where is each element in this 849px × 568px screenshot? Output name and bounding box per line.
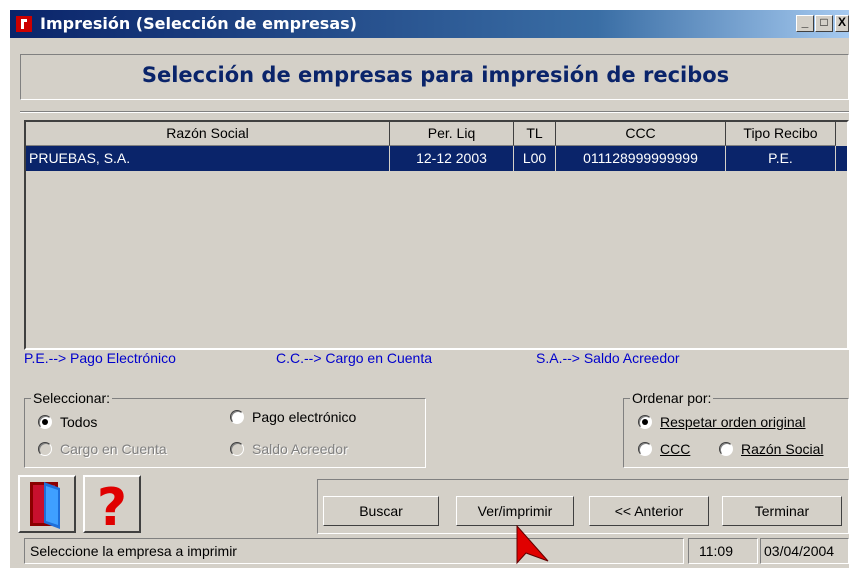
- minimize-button[interactable]: _: [796, 15, 814, 32]
- cell-razon-social: PRUEBAS, S.A.: [26, 146, 390, 171]
- column-header-per-liq[interactable]: Per. Liq: [390, 122, 514, 146]
- svg-text:?: ?: [97, 478, 127, 531]
- radio-razon-social[interactable]: Razón Social: [719, 441, 824, 457]
- radio-saldo-acreedor-indicator: [230, 442, 244, 456]
- ver-imprimir-button[interactable]: Ver/imprimir: [456, 496, 574, 526]
- radio-respetar-orden[interactable]: Respetar orden original: [638, 414, 806, 430]
- anterior-button[interactable]: << Anterior: [589, 496, 709, 526]
- exit-door-icon: [30, 482, 60, 529]
- close-button[interactable]: X: [835, 15, 849, 32]
- help-question-icon: ?: [97, 478, 127, 538]
- table-row[interactable]: PRUEBAS, S.A. 12-12 2003 L00 01112899999…: [26, 146, 847, 171]
- radio-razon-social-label: Razón Social: [741, 441, 824, 457]
- heading-panel: Selección de empresas para impresión de …: [20, 54, 849, 100]
- radio-cargo-en-cuenta: Cargo en Cuenta: [38, 441, 167, 457]
- radio-todos[interactable]: Todos: [38, 414, 97, 430]
- maximize-button[interactable]: □: [815, 15, 833, 32]
- legend-pago-electronico: P.E.--> Pago Electrónico: [24, 350, 176, 366]
- column-header-razon-social[interactable]: Razón Social: [26, 122, 390, 146]
- exit-button[interactable]: [18, 475, 76, 533]
- radio-respetar-orden-indicator[interactable]: [638, 415, 652, 429]
- radio-razon-social-indicator[interactable]: [719, 442, 733, 456]
- seleccionar-group: Seleccionar:: [24, 390, 426, 468]
- cell-ccc: 011128999999999: [556, 146, 726, 171]
- table-header: Razón Social Per. Liq TL CCC Tipo Recibo: [26, 122, 847, 146]
- radio-respetar-orden-label: Respetar orden original: [660, 414, 806, 430]
- main-window: Impresión (Selección de empresas) _ □ X …: [10, 10, 849, 568]
- legend-saldo-acreedor: S.A.--> Saldo Acreedor: [536, 350, 680, 366]
- status-message: Seleccione la empresa a imprimir: [24, 538, 684, 564]
- radio-pago-electronico-label: Pago electrónico: [252, 409, 357, 425]
- status-date: 03/04/2004: [760, 538, 849, 564]
- radio-ccc[interactable]: CCC: [638, 441, 690, 457]
- cell-tl: L00: [514, 146, 556, 171]
- page-title: Selección de empresas para impresión de …: [141, 63, 730, 87]
- column-header-tipo-recibo[interactable]: Tipo Recibo: [726, 122, 836, 146]
- cell-tipo-recibo: P.E.: [726, 146, 836, 171]
- status-time: 11:09: [688, 538, 758, 564]
- help-button[interactable]: ?: [83, 475, 141, 538]
- column-header-tl[interactable]: TL: [514, 122, 556, 146]
- window-title: Impresión (Selección de empresas): [40, 14, 357, 33]
- radio-ccc-label: CCC: [660, 441, 691, 457]
- radio-pago-electronico-indicator[interactable]: [230, 410, 244, 424]
- title-bar[interactable]: Impresión (Selección de empresas) _ □ X: [10, 10, 849, 38]
- buscar-button[interactable]: Buscar: [323, 496, 439, 526]
- companies-table[interactable]: Razón Social Per. Liq TL CCC Tipo Recibo…: [24, 120, 849, 350]
- radio-saldo-acreedor: Saldo Acreedor: [230, 441, 348, 457]
- column-header-ccc[interactable]: CCC: [556, 122, 726, 146]
- radio-pago-electronico[interactable]: Pago electrónico: [230, 409, 356, 425]
- radio-cargo-en-cuenta-indicator: [38, 442, 52, 456]
- ordenar-title: Ordenar por:: [630, 390, 714, 406]
- radio-saldo-acreedor-label: Saldo Acreedor: [252, 441, 348, 457]
- radio-ccc-indicator[interactable]: [638, 442, 652, 456]
- app-icon: [16, 16, 32, 32]
- radio-todos-label: Todos: [60, 414, 98, 430]
- mouse-cursor-icon: [516, 525, 549, 565]
- cell-per-liq: 12-12 2003: [390, 146, 514, 171]
- divider: [20, 111, 849, 113]
- terminar-button[interactable]: Terminar: [722, 496, 842, 526]
- seleccionar-title: Seleccionar:: [31, 390, 113, 406]
- radio-cargo-en-cuenta-label: Cargo en Cuenta: [60, 441, 167, 457]
- legend-cargo-en-cuenta: C.C.--> Cargo en Cuenta: [276, 350, 433, 366]
- ordenar-group: Ordenar por:: [623, 390, 849, 468]
- radio-todos-indicator[interactable]: [38, 415, 52, 429]
